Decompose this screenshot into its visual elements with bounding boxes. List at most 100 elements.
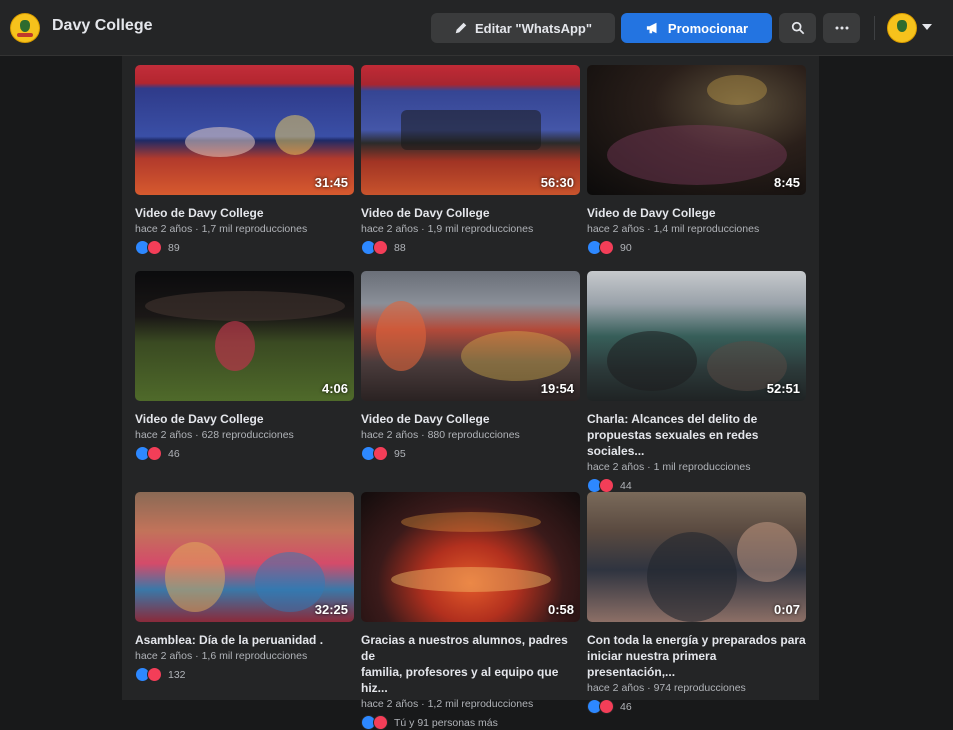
video-card[interactable]: 32:25 Asamblea: Día de la peruanidad . h… [135, 492, 354, 682]
reaction-count: 88 [394, 241, 406, 254]
video-title[interactable]: Con toda la energía y preparados para in… [587, 632, 806, 680]
reactions[interactable]: 90 [587, 240, 806, 255]
video-thumbnail[interactable]: 56:30 [361, 65, 580, 195]
videos-panel: 31:45 Video de Davy College hace 2 años … [122, 56, 819, 730]
video-age: hace 2 años [361, 429, 419, 441]
account-avatar[interactable] [887, 13, 917, 43]
megaphone-icon [646, 22, 657, 34]
video-views: 1,4 mil reproducciones [653, 223, 760, 235]
search-button[interactable] [779, 13, 816, 43]
video-thumbnail[interactable]: 4:06 [135, 271, 354, 401]
video-views: 1,7 mil reproducciones [201, 223, 308, 235]
video-card[interactable]: 0:58 Gracias a nuestros alumnos, padres … [361, 492, 580, 730]
video-title[interactable]: Video de Davy College [587, 205, 806, 221]
reactions[interactable]: 46 [587, 699, 806, 714]
video-views: 880 reproducciones [427, 429, 520, 441]
love-icon [599, 478, 614, 493]
love-icon [373, 240, 388, 255]
video-duration: 56:30 [540, 175, 574, 190]
promote-label: Promocionar [667, 20, 749, 36]
video-title[interactable]: Video de Davy College [361, 205, 580, 221]
video-thumbnail[interactable]: 32:25 [135, 492, 354, 622]
video-title[interactable]: Video de Davy College [361, 411, 580, 427]
reaction-count: 95 [394, 447, 406, 460]
video-meta: hace 2 años · 628 reproducciones [135, 429, 294, 441]
love-icon [599, 240, 614, 255]
reactions[interactable]: 88 [361, 240, 580, 255]
video-title[interactable]: Video de Davy College [135, 411, 354, 427]
video-card[interactable]: 31:45 Video de Davy College hace 2 años … [135, 65, 354, 255]
video-thumbnail[interactable]: 0:58 [361, 492, 580, 622]
video-meta: hace 2 años · 1,7 mil reproducciones [135, 223, 308, 235]
video-thumbnail[interactable]: 8:45 [587, 65, 806, 195]
reactions[interactable]: 46 [135, 446, 354, 461]
video-title[interactable]: Charla: Alcances del delito de propuesta… [587, 411, 806, 459]
search-icon [791, 21, 804, 35]
video-age: hace 2 años [135, 650, 193, 662]
video-age: hace 2 años [587, 461, 645, 473]
promote-button[interactable]: Promocionar [621, 13, 772, 43]
pencil-icon [455, 22, 467, 34]
video-thumbnail[interactable]: 19:54 [361, 271, 580, 401]
reactions[interactable]: 89 [135, 240, 354, 255]
video-title[interactable]: Asamblea: Día de la peruanidad . [135, 632, 354, 648]
video-views: 1,9 mil reproducciones [427, 223, 534, 235]
video-views: 1,6 mil reproducciones [201, 650, 308, 662]
video-views: 628 reproducciones [201, 429, 294, 441]
love-icon [147, 240, 162, 255]
page-name[interactable]: Davy College [52, 17, 152, 35]
video-thumbnail[interactable]: 31:45 [135, 65, 354, 195]
video-meta: hace 2 años · 1 mil reproducciones [587, 461, 751, 473]
love-icon [147, 667, 162, 682]
video-meta: hace 2 años · 1,2 mil reproducciones [361, 698, 534, 710]
video-meta: hace 2 años · 1,9 mil reproducciones [361, 223, 534, 235]
video-views: 974 reproducciones [653, 682, 746, 694]
video-title[interactable]: Video de Davy College [135, 205, 354, 221]
video-card[interactable]: 8:45 Video de Davy College hace 2 años ·… [587, 65, 806, 255]
video-views: 1 mil reproducciones [653, 461, 751, 473]
video-card[interactable]: 4:06 Video de Davy College hace 2 años ·… [135, 271, 354, 461]
video-meta: hace 2 años · 880 reproducciones [361, 429, 520, 441]
reaction-count: 46 [168, 447, 180, 460]
video-card[interactable]: 56:30 Video de Davy College hace 2 años … [361, 65, 580, 255]
reaction-count: 89 [168, 241, 180, 254]
video-duration: 4:06 [321, 381, 348, 396]
page-logo[interactable] [10, 13, 40, 43]
video-age: hace 2 años [361, 223, 419, 235]
video-thumbnail[interactable]: 0:07 [587, 492, 806, 622]
video-duration: 0:58 [547, 602, 574, 617]
video-meta: hace 2 años · 1,4 mil reproducciones [587, 223, 760, 235]
reactions[interactable]: 44 [587, 478, 806, 493]
video-meta: hace 2 años · 1,6 mil reproducciones [135, 650, 308, 662]
video-duration: 52:51 [766, 381, 800, 396]
video-age: hace 2 años [135, 223, 193, 235]
video-duration: 19:54 [540, 381, 574, 396]
caret-down-icon[interactable] [922, 24, 932, 30]
video-card[interactable]: 0:07 Con toda la energía y preparados pa… [587, 492, 806, 714]
edit-whatsapp-label: Editar "WhatsApp" [474, 20, 593, 36]
more-options-button[interactable] [823, 13, 860, 43]
reaction-count: 90 [620, 241, 632, 254]
video-age: hace 2 años [587, 223, 645, 235]
video-duration: 32:25 [314, 602, 348, 617]
video-title[interactable]: Gracias a nuestros alumnos, padres de fa… [361, 632, 580, 696]
edit-whatsapp-button[interactable]: Editar "WhatsApp" [431, 13, 615, 43]
reactions[interactable]: Tú y 91 personas más [361, 715, 580, 730]
video-duration: 0:07 [773, 602, 800, 617]
top-bar: Davy College Editar "WhatsApp" Promocion… [0, 0, 953, 56]
video-thumbnail[interactable]: 52:51 [587, 271, 806, 401]
video-card[interactable]: 52:51 Charla: Alcances del delito de pro… [587, 271, 806, 493]
video-duration: 8:45 [773, 175, 800, 190]
love-icon [373, 446, 388, 461]
video-duration: 31:45 [314, 175, 348, 190]
video-age: hace 2 años [587, 682, 645, 694]
reactions[interactable]: 132 [135, 667, 354, 682]
video-age: hace 2 años [135, 429, 193, 441]
header-divider [874, 16, 875, 40]
reactions[interactable]: 95 [361, 446, 580, 461]
reaction-count: Tú y 91 personas más [394, 716, 498, 729]
reaction-count: 46 [620, 700, 632, 713]
reaction-count: 44 [620, 479, 632, 492]
love-icon [373, 715, 388, 730]
video-card[interactable]: 19:54 Video de Davy College hace 2 años … [361, 271, 580, 461]
